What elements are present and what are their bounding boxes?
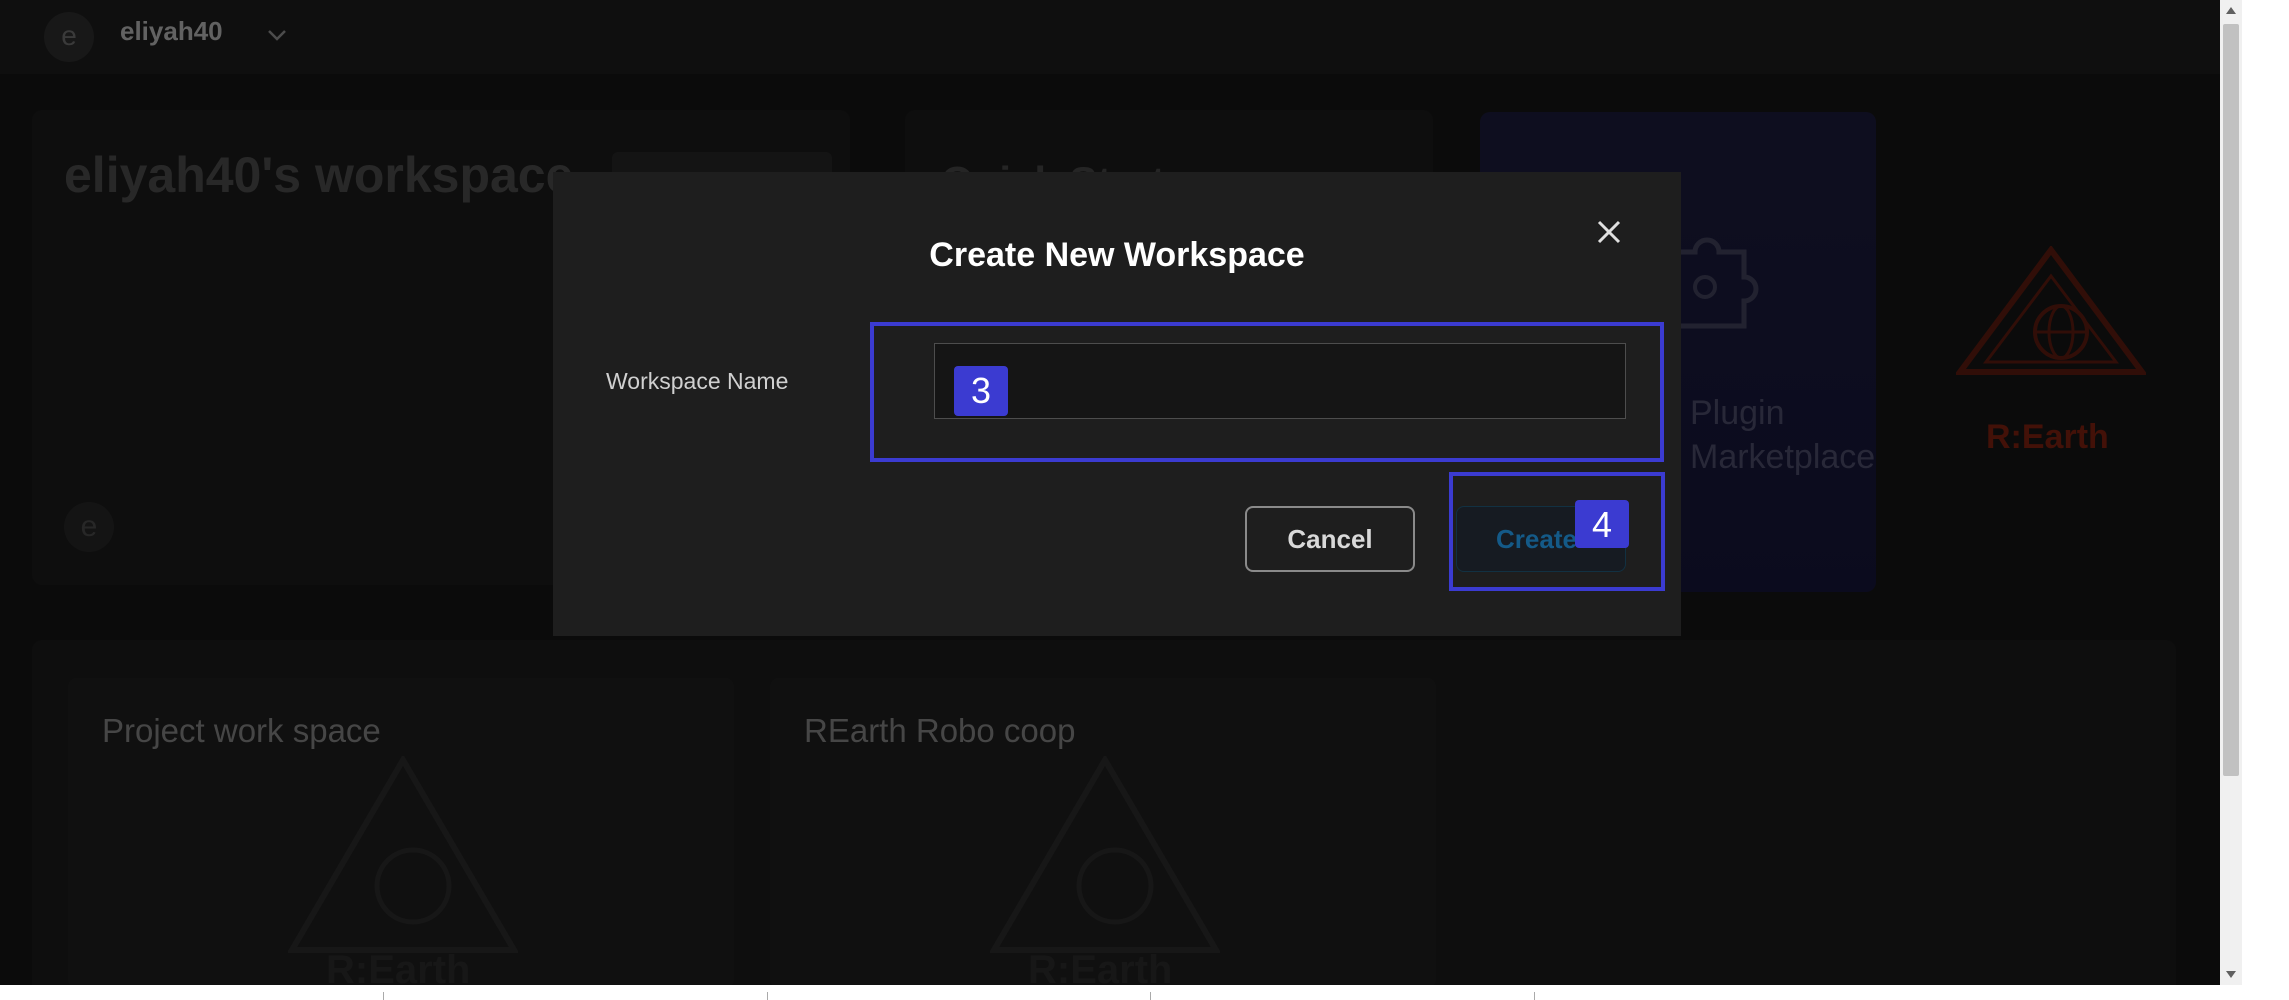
annotation-tag: 4 xyxy=(1575,500,1629,548)
divider-tick xyxy=(383,992,384,1000)
create-highlight-box xyxy=(1449,472,1665,591)
cancel-button[interactable]: Cancel xyxy=(1245,506,1415,572)
scroll-up-arrow-icon[interactable] xyxy=(2220,0,2242,22)
modal-title: Create New Workspace xyxy=(929,236,1305,274)
workspace-name-input[interactable] xyxy=(934,343,1626,419)
workspace-name-label: Workspace Name xyxy=(606,368,789,394)
scroll-down-arrow-icon[interactable] xyxy=(2220,963,2242,985)
close-icon[interactable] xyxy=(1591,214,1627,250)
app-window: e eliyah40 eliyah40's workspace e Quick … xyxy=(0,0,2220,985)
annotation-tag: 3 xyxy=(954,366,1008,416)
divider-tick xyxy=(1150,992,1151,1000)
divider-tick xyxy=(1534,992,1535,1000)
divider-tick xyxy=(767,992,768,1000)
create-workspace-modal: Create New Workspace Workspace Name 3 Ca… xyxy=(553,172,1681,636)
vertical-scrollbar[interactable] xyxy=(2220,0,2242,985)
scrollbar-thumb[interactable] xyxy=(2223,24,2239,776)
